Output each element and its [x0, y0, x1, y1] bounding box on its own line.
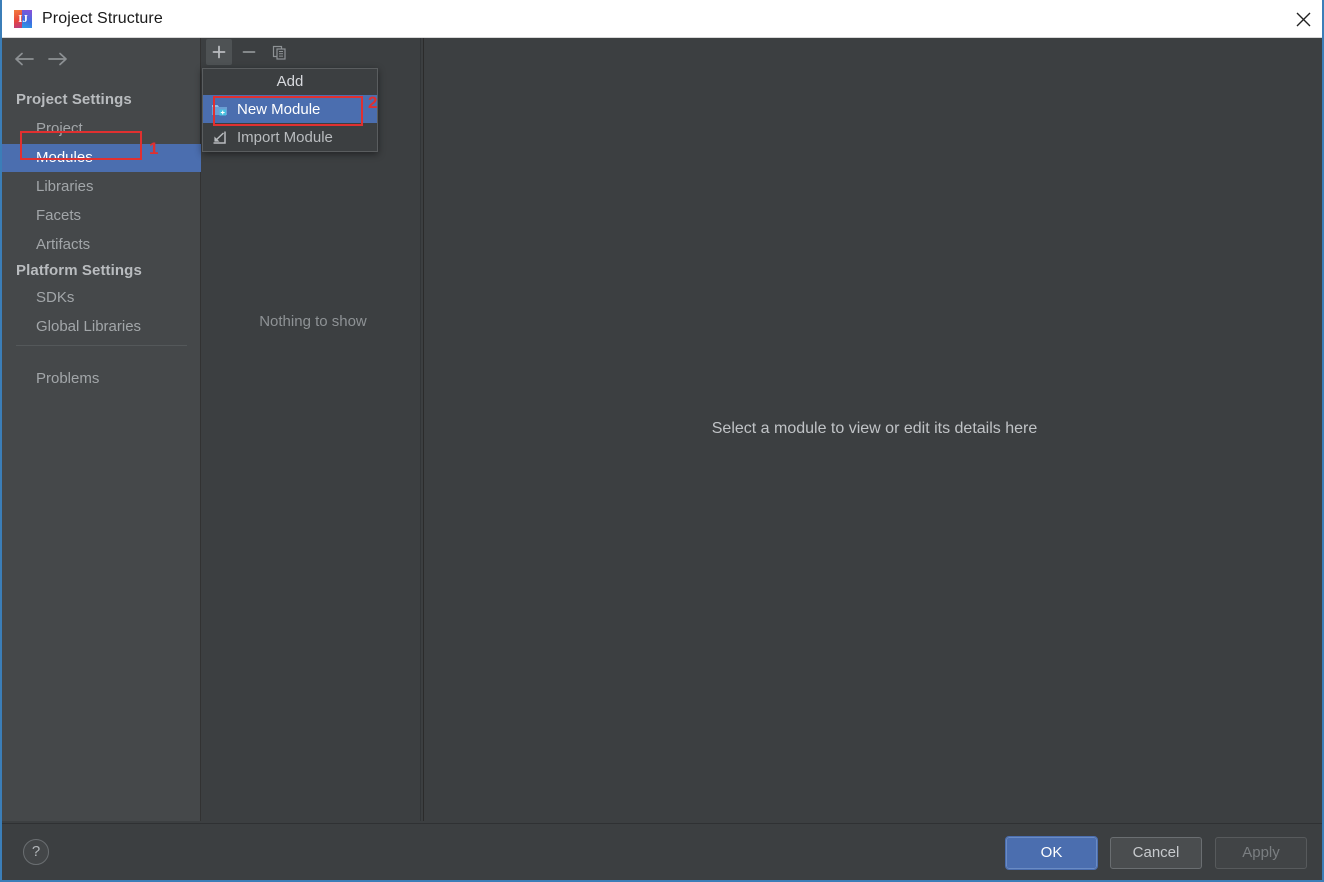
sidebar-navigation	[2, 44, 201, 74]
sidebar-item-libraries[interactable]: Libraries	[2, 173, 201, 201]
popup-item-import-module[interactable]: Import Module	[203, 123, 377, 151]
detail-empty-message: Select a module to view or edit its deta…	[711, 420, 1038, 437]
intellij-idea-icon: IJ	[14, 9, 32, 28]
plus-icon[interactable]	[206, 39, 232, 65]
popup-item-new-module[interactable]: New Module	[203, 95, 377, 123]
sidebar-item-project[interactable]: Project	[2, 115, 201, 143]
sidebar-divider	[16, 345, 187, 346]
sidebar-item-modules[interactable]: Modules	[2, 144, 201, 172]
title-bar: IJ Project Structure	[2, 0, 1322, 38]
modules-list-panel: Nothing to show	[202, 38, 424, 821]
close-icon[interactable]	[1280, 0, 1322, 38]
sidebar-item-sdks[interactable]: SDKs	[2, 284, 201, 312]
window-title: Project Structure	[42, 9, 163, 27]
popup-item-new-module-label: New Module	[237, 100, 321, 118]
popup-header-add: Add	[276, 73, 304, 90]
module-detail-panel: Select a module to view or edit its deta…	[425, 38, 1322, 821]
copy-icon[interactable]	[266, 39, 292, 65]
help-question-icon[interactable]: ?	[23, 839, 49, 865]
arrow-left-icon[interactable]	[7, 46, 41, 72]
minus-icon[interactable]	[236, 39, 262, 65]
new-module-folder-icon	[211, 101, 228, 118]
import-module-arrow-icon	[211, 129, 228, 146]
apply-button: Apply	[1215, 837, 1307, 869]
popup-item-import-module-label: Import Module	[237, 128, 333, 146]
modules-toolbar	[202, 38, 424, 66]
add-popup-menu: Add New Module Import Module	[202, 68, 378, 152]
modules-empty-message: Nothing to show	[259, 313, 367, 330]
modules-panel-divider	[420, 38, 421, 821]
sidebar-item-facets[interactable]: Facets	[2, 202, 201, 230]
sidebar-item-problems[interactable]: Problems	[2, 365, 201, 393]
sidebar-group-platform-settings: Platform Settings	[16, 262, 142, 279]
arrow-right-icon[interactable]	[41, 46, 75, 72]
ok-button[interactable]: OK	[1005, 836, 1098, 870]
sidebar-item-global-libraries[interactable]: Global Libraries	[2, 313, 201, 341]
project-structure-dialog: IJ Project Structure Project Settings Pr…	[0, 0, 1324, 882]
sidebar-group-project-settings: Project Settings	[16, 91, 132, 108]
settings-sidebar: Project Settings Project Modules Librari…	[2, 38, 201, 821]
cancel-button[interactable]: Cancel	[1110, 837, 1202, 869]
sidebar-item-artifacts[interactable]: Artifacts	[2, 231, 201, 259]
